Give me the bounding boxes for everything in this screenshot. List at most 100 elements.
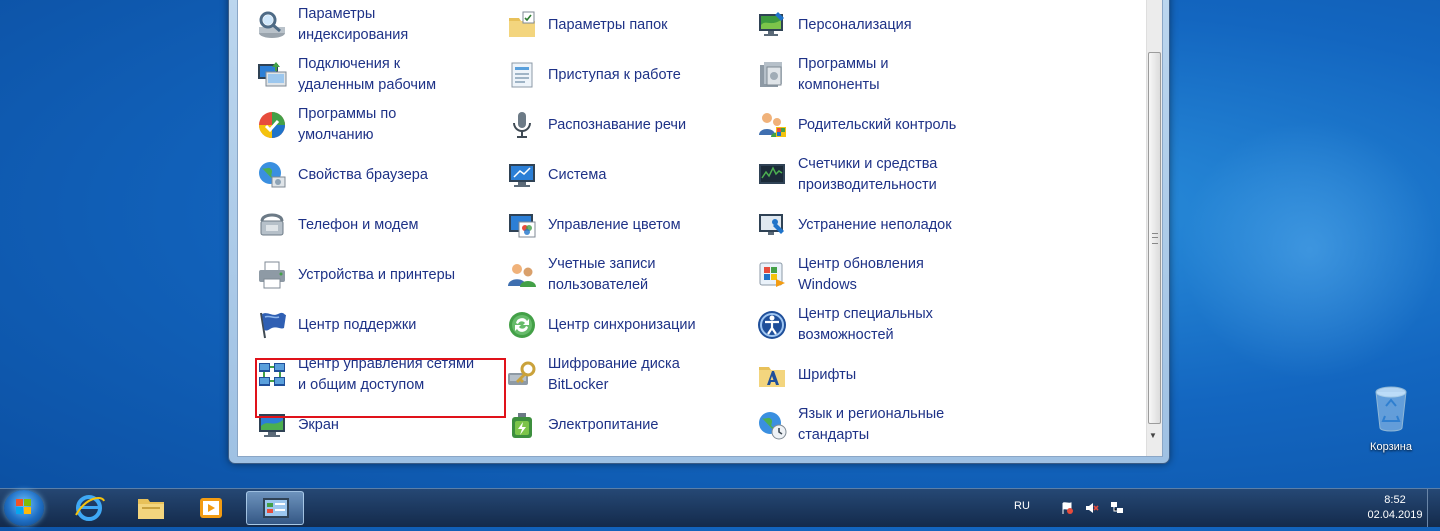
- scrollbar-thumb[interactable]: [1148, 52, 1161, 424]
- action-center-tray-icon[interactable]: [1060, 501, 1074, 515]
- cp-item-troubleshooting[interactable]: Устранение неполадок: [756, 202, 996, 248]
- cp-item-color-management[interactable]: Управление цветом: [506, 202, 746, 248]
- taskbar-clock[interactable]: 8:52 02.04.2019: [1360, 493, 1430, 523]
- ease-of-access-icon: [758, 311, 786, 339]
- windows-update-icon: [759, 262, 785, 287]
- recycle-bin-icon: [1375, 386, 1407, 432]
- cp-item-default-programs[interactable]: Программы по умолчанию: [256, 102, 496, 148]
- cp-item-label: Параметры индексирования: [298, 6, 409, 43]
- cp-item-label: Система: [548, 166, 607, 183]
- cp-item-label: Персонализация: [798, 16, 912, 33]
- desktop-recycle-bin[interactable]: Корзина: [1358, 384, 1424, 453]
- cp-item-personalization[interactable]: Персонализация: [756, 2, 996, 48]
- cp-item-indexing-options[interactable]: Параметры индексирования: [256, 2, 496, 48]
- cp-item-label: Центр синхронизации: [548, 316, 696, 333]
- indexing-icon: [259, 11, 285, 38]
- performance-icon: [759, 164, 785, 184]
- cp-item-parental-controls[interactable]: Родительский контроль: [756, 102, 996, 148]
- internet-explorer-icon: [75, 495, 105, 521]
- taskbar-explorer[interactable]: [122, 491, 180, 525]
- cp-item-label: Учетные записи пользователей: [548, 256, 656, 293]
- internet-options-icon: [259, 162, 286, 188]
- folder-options-icon: [509, 11, 535, 37]
- start-button[interactable]: [4, 490, 44, 526]
- cp-item-fonts[interactable]: Шрифты: [756, 352, 996, 398]
- cp-item-sync-center[interactable]: Центр синхронизации: [506, 302, 746, 348]
- system-tray: RU 8:52 02.04.2019: [1014, 489, 1440, 527]
- cp-item-action-center[interactable]: Центр поддержки: [256, 302, 496, 348]
- taskbar-media-player[interactable]: [182, 491, 240, 525]
- folder-icon: [138, 499, 164, 519]
- cp-item-label: Устройства и принтеры: [298, 266, 456, 283]
- volume-muted-icon[interactable]: [1085, 501, 1099, 515]
- cp-item-devices-printers[interactable]: Устройства и принтеры: [256, 252, 496, 298]
- cp-item-power-options[interactable]: Электропитание: [506, 402, 746, 448]
- cp-item-performance[interactable]: Счетчики и средства производительности: [756, 152, 996, 198]
- desktop-glow: [1180, 120, 1440, 380]
- cp-item-region-language[interactable]: Язык и региональные стандарты: [756, 402, 996, 448]
- bitlocker-key-icon: [508, 361, 536, 385]
- cp-item-phone-modem[interactable]: Телефон и модем: [256, 202, 496, 248]
- fonts-folder-icon: [759, 367, 785, 387]
- cp-item-label: Управление цветом: [548, 216, 681, 233]
- remote-desktop-icon: [258, 62, 287, 87]
- cp-item-internet-options[interactable]: Свойства браузера: [256, 152, 496, 198]
- media-player-icon: [200, 498, 222, 518]
- getting-started-icon: [511, 62, 533, 88]
- cp-item-label: Устранение неполадок: [798, 216, 952, 233]
- cp-item-label: Центр управления сетями и общим доступом: [298, 356, 475, 393]
- cp-item-label: Родительский контроль: [798, 116, 957, 133]
- cp-item-remote-desktop[interactable]: Подключения к удаленным рабочим: [256, 52, 496, 98]
- taskbar-control-panel[interactable]: [246, 491, 304, 525]
- phone-modem-icon: [260, 213, 284, 236]
- clock-time: 8:52: [1384, 494, 1406, 506]
- taskbar: RU 8:52 02.04.2019: [0, 488, 1440, 527]
- cp-item-system[interactable]: Система: [506, 152, 746, 198]
- color-management-icon: [509, 214, 536, 238]
- cp-item-user-accounts[interactable]: Учетные записи пользователей: [506, 252, 746, 298]
- cp-item-label: Распознавание речи: [548, 116, 687, 133]
- cp-item-programs-features[interactable]: Программы и компоненты: [756, 52, 996, 98]
- cp-item-label: Подключения к удаленным рабочим: [298, 56, 437, 93]
- default-programs-icon: [259, 112, 285, 138]
- cp-item-label: Язык и региональные стандарты: [798, 406, 945, 443]
- printer-icon: [259, 261, 285, 289]
- recycle-bin-label: Корзина: [1370, 441, 1412, 453]
- cp-item-speech-recognition[interactable]: Распознавание речи: [506, 102, 746, 148]
- control-panel-icon: [263, 498, 289, 518]
- scrollbar-grip-icon: [1152, 233, 1158, 244]
- cp-item-label: Приступая к работе: [548, 66, 681, 83]
- taskbar-internet-explorer[interactable]: [60, 491, 118, 525]
- cp-item-label: Центр поддержки: [298, 316, 417, 333]
- language-indicator[interactable]: RU: [1014, 500, 1030, 512]
- cp-item-label: Счетчики и средства производительности: [798, 156, 938, 193]
- cp-item-label: Шрифты: [798, 366, 857, 383]
- cp-item-label: Свойства браузера: [298, 166, 428, 183]
- display-icon: [259, 414, 285, 437]
- cp-item-label: Программы и компоненты: [798, 56, 889, 93]
- cp-item-windows-update[interactable]: Центр обновления Windows: [756, 252, 996, 298]
- power-options-icon: [512, 413, 532, 438]
- clock-date: 02.04.2019: [1367, 509, 1423, 521]
- vertical-scrollbar[interactable]: ▼: [1146, 0, 1162, 456]
- region-language-icon: [759, 412, 787, 440]
- cp-item-label: Шифрование диска BitLocker: [548, 356, 680, 393]
- cp-item-label: Центр специальных возможностей: [798, 306, 933, 343]
- cp-item-folder-options[interactable]: Параметры папок: [506, 2, 746, 48]
- cp-item-label: Электропитание: [548, 416, 659, 433]
- cp-item-label: Программы по умолчанию: [298, 106, 397, 143]
- scroll-down-arrow-icon[interactable]: ▼: [1149, 431, 1157, 440]
- microphone-icon: [513, 112, 531, 138]
- cp-item-bitlocker[interactable]: Шифрование диска BitLocker: [506, 352, 746, 398]
- cp-item-label: Экран: [298, 416, 339, 433]
- cp-item-label: Параметры папок: [548, 16, 668, 33]
- cp-item-display[interactable]: Экран: [256, 402, 496, 448]
- control-panel-content: Параметры индексирования Параметры папок…: [237, 0, 1163, 457]
- cp-item-getting-started[interactable]: Приступая к работе: [506, 52, 746, 98]
- action-center-flag-icon: [260, 312, 286, 339]
- network-tray-icon[interactable]: [1110, 501, 1124, 515]
- cp-item-network-sharing-center[interactable]: Центр управления сетями и общим доступом: [256, 352, 496, 398]
- cp-item-ease-of-access[interactable]: Центр специальных возможностей: [756, 302, 996, 348]
- troubleshooting-icon: [759, 214, 784, 235]
- show-desktop-button[interactable]: [1427, 489, 1440, 527]
